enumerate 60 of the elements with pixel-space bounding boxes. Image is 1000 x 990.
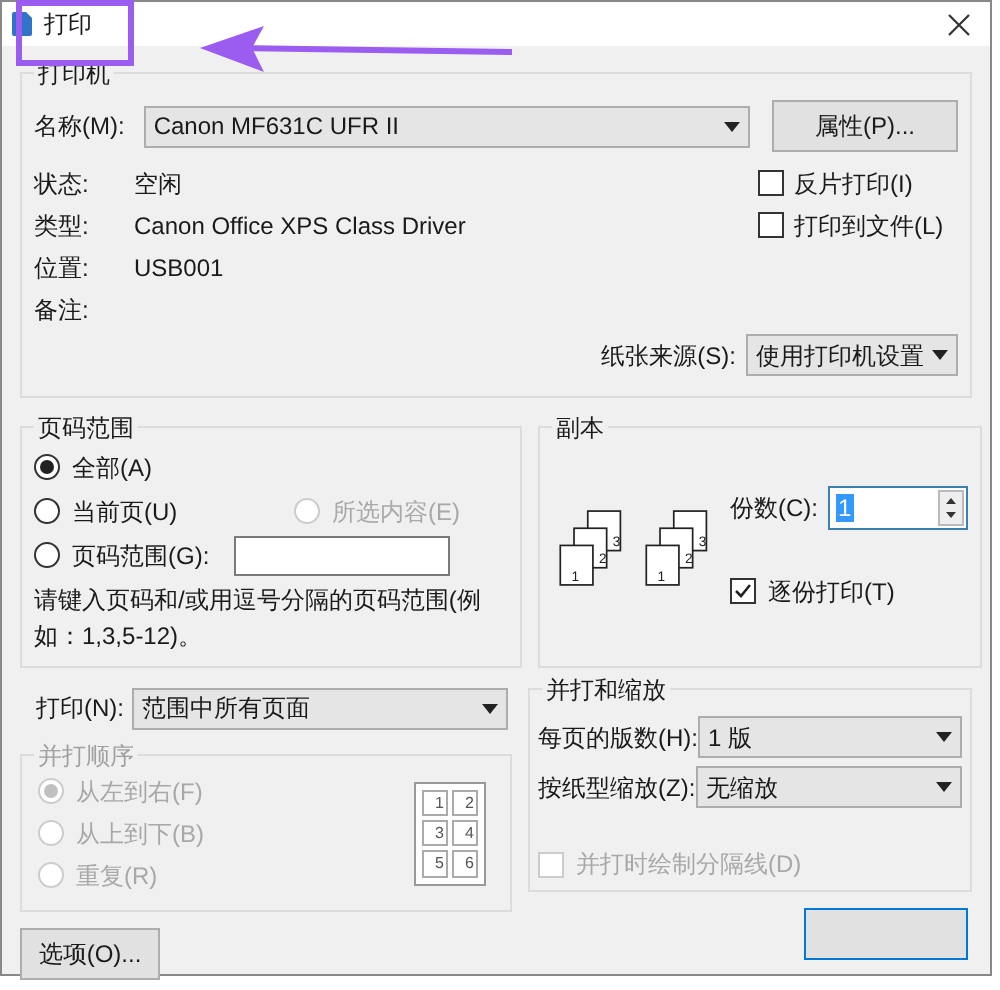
checkbox-label: 反片打印(I) bbox=[794, 167, 913, 201]
info-label: 位置: bbox=[34, 251, 91, 285]
checkbox[interactable] bbox=[730, 578, 756, 604]
info-label: 备注: bbox=[34, 293, 91, 327]
field-value: 1 bbox=[836, 493, 854, 521]
highlight-box bbox=[16, 0, 134, 66]
page-thumbnail: 1 bbox=[422, 789, 448, 816]
field-label: 每页的版数(H): bbox=[538, 721, 698, 755]
dropdown-arrow-icon bbox=[932, 350, 948, 360]
dropdown[interactable]: 范围中所有页面 bbox=[132, 687, 508, 729]
page-thumbnail: 5 bbox=[422, 850, 448, 877]
radio-button[interactable] bbox=[34, 454, 60, 480]
group-label: 页码范围 bbox=[34, 410, 138, 446]
dropdown-arrow-icon bbox=[936, 732, 952, 742]
page-thumbnail: 6 bbox=[452, 850, 478, 877]
radio-label: 从上到下(B) bbox=[76, 817, 204, 851]
page-thumbnail: 2 bbox=[452, 789, 478, 816]
hint-text: 请键入页码和/或用逗号分隔的页码范围(例如：1,3,5-12)。 bbox=[34, 584, 483, 654]
page-thumbnail: 4 bbox=[452, 819, 478, 847]
radio-label: 全部(A) bbox=[72, 451, 152, 485]
ok-button[interactable] bbox=[804, 908, 968, 960]
options-button[interactable]: 选项(O)... bbox=[20, 928, 160, 980]
dropdown-arrow-icon bbox=[482, 703, 498, 713]
radio-button[interactable] bbox=[34, 542, 60, 568]
checkbox-label: 打印到文件(L) bbox=[794, 209, 944, 243]
dropdown-arrow-icon bbox=[936, 782, 952, 792]
spin-arrows-icon bbox=[938, 489, 964, 525]
radio-button[interactable] bbox=[34, 498, 60, 524]
dropdown[interactable]: 使用打印机设置 bbox=[746, 334, 958, 376]
info-label: 状态: bbox=[34, 167, 91, 201]
info-label: 类型: bbox=[34, 209, 91, 243]
dropdown[interactable]: Canon MF631C UFR II bbox=[143, 105, 750, 147]
field-label: 份数(C): bbox=[730, 491, 818, 525]
field-label: 打印(N): bbox=[36, 692, 124, 726]
window-title: 打印 bbox=[44, 8, 92, 42]
checkbox-label: 并打时绘制分隔线(D) bbox=[576, 848, 802, 882]
radio-label: 重复(R) bbox=[76, 859, 158, 893]
radio-label: 页码范围(G): bbox=[72, 539, 210, 573]
group-label: 并打和缩放 bbox=[542, 672, 670, 708]
info-value: Canon Office XPS Class Driver bbox=[134, 209, 466, 243]
info-value: 空闲 bbox=[134, 167, 182, 201]
properties-button[interactable]: 属性(P)... bbox=[771, 100, 958, 152]
page-range-field[interactable] bbox=[233, 535, 450, 575]
group-label: 副本 bbox=[552, 410, 608, 446]
checkbox[interactable] bbox=[758, 170, 784, 196]
dropdown[interactable]: 无缩放 bbox=[696, 766, 962, 808]
checkbox[interactable] bbox=[758, 212, 784, 238]
checkbox-label: 逐份打印(T) bbox=[768, 575, 895, 609]
group-label: 并打顺序 bbox=[34, 738, 138, 774]
dropdown-arrow-icon bbox=[723, 121, 740, 131]
info-value: USB001 bbox=[134, 251, 224, 285]
radio-label: 所选内容(E) bbox=[332, 495, 460, 529]
field-label: 纸张来源(S): bbox=[601, 339, 736, 373]
close-icon bbox=[947, 13, 969, 35]
page-thumbnail: 3 bbox=[422, 819, 448, 847]
radio-label: 从左到右(F) bbox=[76, 775, 203, 809]
field-label: 按纸型缩放(Z): bbox=[538, 771, 696, 805]
radio-label: 当前页(U) bbox=[72, 495, 178, 529]
field-label: 名称(M): bbox=[34, 110, 127, 144]
dropdown[interactable]: 1 版 bbox=[698, 716, 962, 758]
